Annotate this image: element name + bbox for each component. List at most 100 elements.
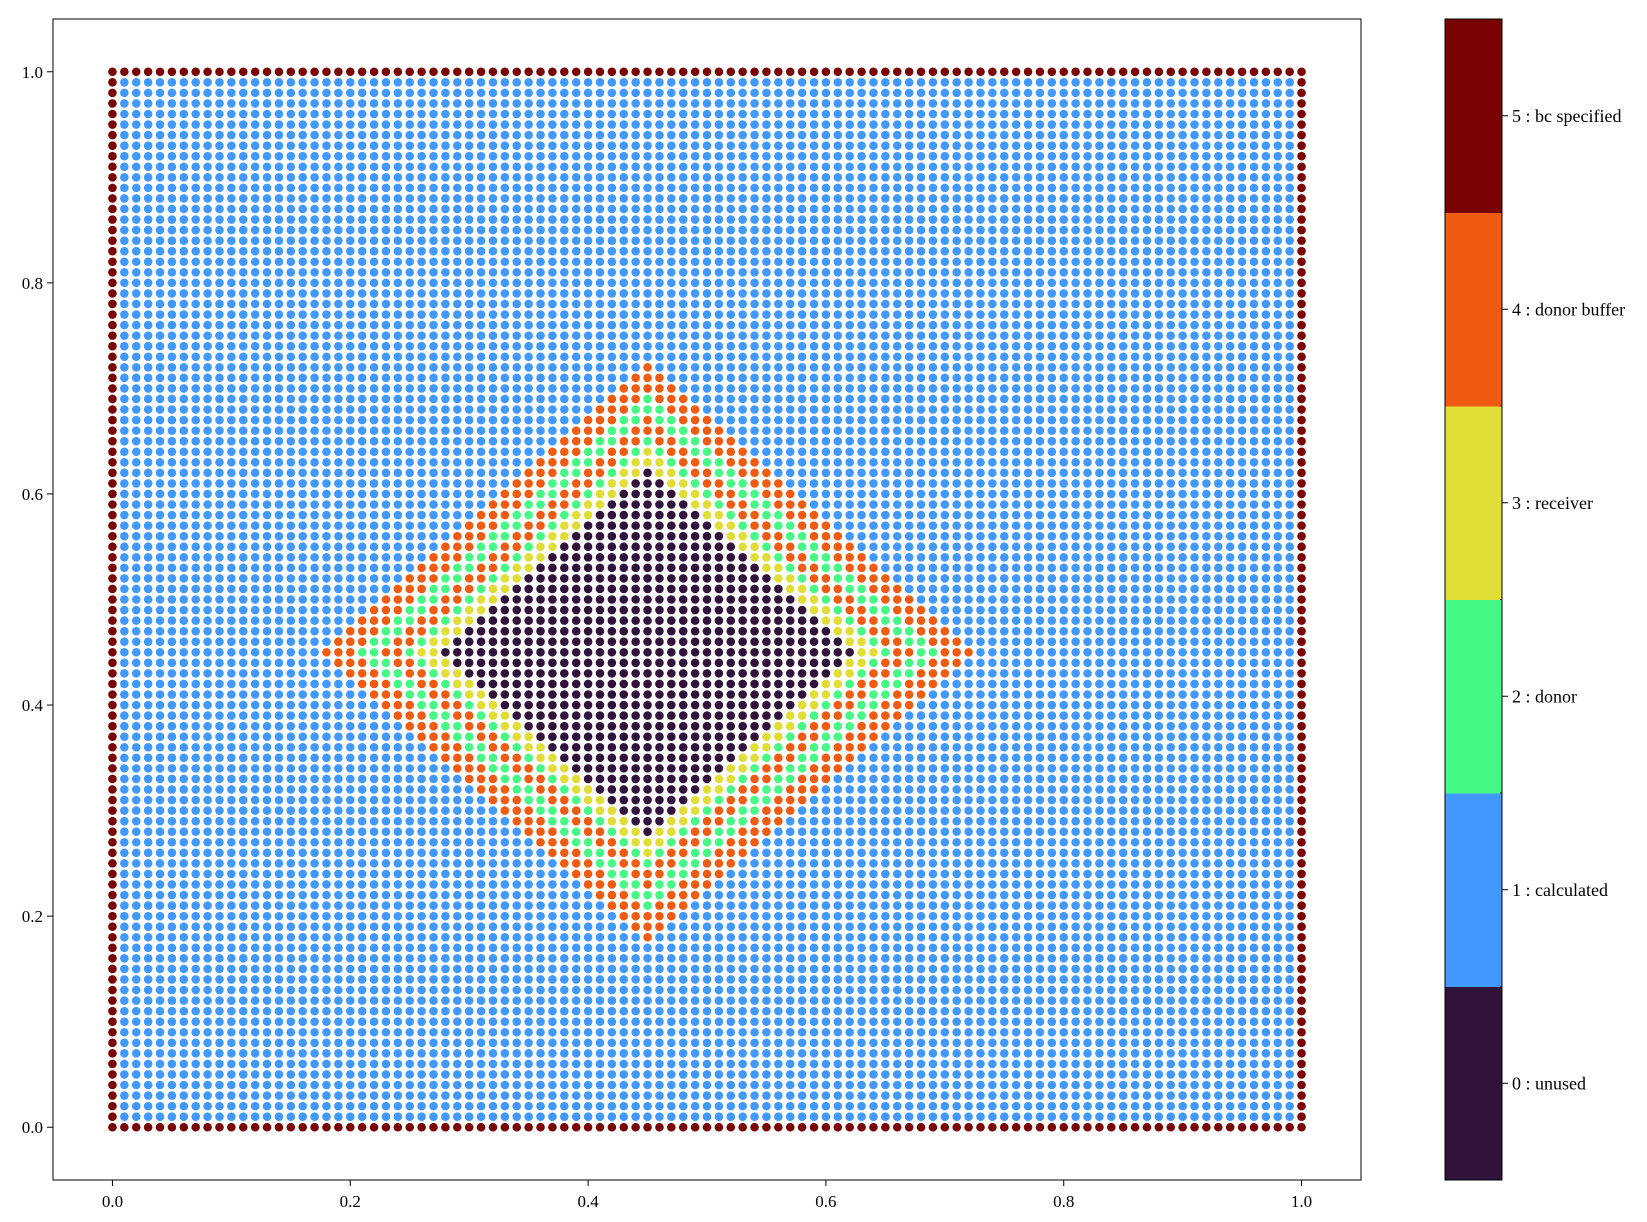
scatter-point (1297, 1049, 1306, 1058)
scatter-point (1071, 721, 1080, 731)
scatter-point (155, 901, 165, 910)
scatter-point (500, 626, 510, 636)
scatter-point (952, 996, 962, 1005)
scatter-point (607, 1038, 617, 1048)
scatter-point (655, 943, 664, 953)
scatter-point (357, 1049, 367, 1058)
scatter-point (560, 1038, 569, 1048)
scatter-point (500, 964, 510, 974)
scatter-point (322, 806, 331, 815)
scatter-point (1249, 742, 1259, 752)
scatter-point (381, 616, 391, 625)
scatter-point (1225, 669, 1235, 678)
scatter-point (417, 1059, 426, 1069)
scatter-point (524, 1122, 533, 1132)
scatter-point (833, 1091, 843, 1100)
scatter-point (821, 669, 831, 678)
scatter-point (1249, 1122, 1259, 1132)
scatter-point (405, 774, 415, 784)
scatter-point (548, 1070, 557, 1079)
scatter-point (571, 827, 581, 836)
scatter-point (512, 679, 522, 689)
scatter-point (1285, 637, 1294, 647)
scatter-point (952, 1101, 962, 1111)
scatter-point (619, 700, 629, 710)
scatter-point (833, 637, 843, 647)
scatter-point (631, 1027, 640, 1037)
scatter-point (1011, 975, 1021, 984)
scatter-point (512, 890, 522, 900)
scatter-point (464, 922, 474, 931)
scatter-point (500, 1059, 510, 1069)
scatter-point (345, 1070, 355, 1079)
scatter-point (143, 1070, 153, 1079)
scatter-point (714, 785, 724, 794)
scatter-point (143, 690, 153, 699)
scatter-point (1047, 616, 1057, 625)
scatter-point (1118, 848, 1128, 858)
scatter-point (262, 742, 272, 752)
scatter-point (881, 869, 890, 879)
scatter-point (655, 795, 664, 805)
scatter-point (583, 647, 593, 657)
scatter-point (667, 764, 676, 773)
scatter-point (310, 753, 319, 763)
scatter-point (203, 647, 212, 657)
scatter-point (595, 742, 605, 752)
scatter-point (381, 901, 391, 910)
scatter-point (797, 1122, 807, 1132)
scatter-point (869, 669, 878, 678)
scatter-point (143, 647, 153, 657)
scatter-point (1095, 954, 1104, 963)
scatter-point (131, 1112, 141, 1121)
scatter-point (738, 1080, 747, 1090)
scatter-point (797, 753, 807, 763)
scatter-point (203, 806, 212, 815)
scatter-point (227, 605, 236, 615)
scatter-point (1214, 626, 1223, 636)
scatter-point (1035, 616, 1045, 625)
scatter-point (1285, 901, 1294, 910)
scatter-point (227, 911, 236, 921)
scatter-point (369, 985, 379, 995)
scatter-point (1047, 1059, 1057, 1069)
scatter-point (774, 732, 783, 742)
scatter-point (298, 679, 308, 689)
scatter-point (726, 679, 736, 689)
scatter-point (726, 890, 736, 900)
scatter-point (1059, 711, 1069, 720)
scatter-point (857, 859, 866, 868)
scatter-point (357, 795, 367, 805)
scatter-point (726, 647, 736, 657)
scatter-point (714, 1070, 724, 1079)
scatter-point (1154, 975, 1164, 984)
scatter-point (262, 1122, 272, 1132)
scatter-point (833, 732, 843, 742)
scatter-point (417, 1112, 426, 1121)
scatter-point (1047, 711, 1057, 720)
scatter-point (286, 806, 296, 815)
scatter-point (334, 911, 343, 921)
scatter-point (643, 901, 652, 910)
scatter-point (1011, 1080, 1021, 1090)
scatter-point (607, 932, 617, 942)
scatter-point (738, 1059, 747, 1069)
scatter-point (191, 679, 200, 689)
scatter-point (821, 964, 831, 974)
scatter-point (892, 795, 902, 805)
scatter-point (560, 1080, 569, 1090)
scatter-point (702, 669, 712, 678)
scatter-point (643, 721, 652, 731)
scatter-point (298, 827, 308, 836)
scatter-point (845, 985, 854, 995)
scatter-point (1214, 742, 1223, 752)
scatter-point (345, 901, 355, 910)
scatter-point (345, 869, 355, 879)
scatter-point (678, 658, 688, 668)
scatter-point (476, 679, 486, 689)
scatter-point (536, 1070, 545, 1079)
scatter-point (714, 848, 724, 858)
scatter-point (464, 721, 474, 731)
scatter-point (619, 954, 629, 963)
scatter-point (1106, 616, 1116, 625)
